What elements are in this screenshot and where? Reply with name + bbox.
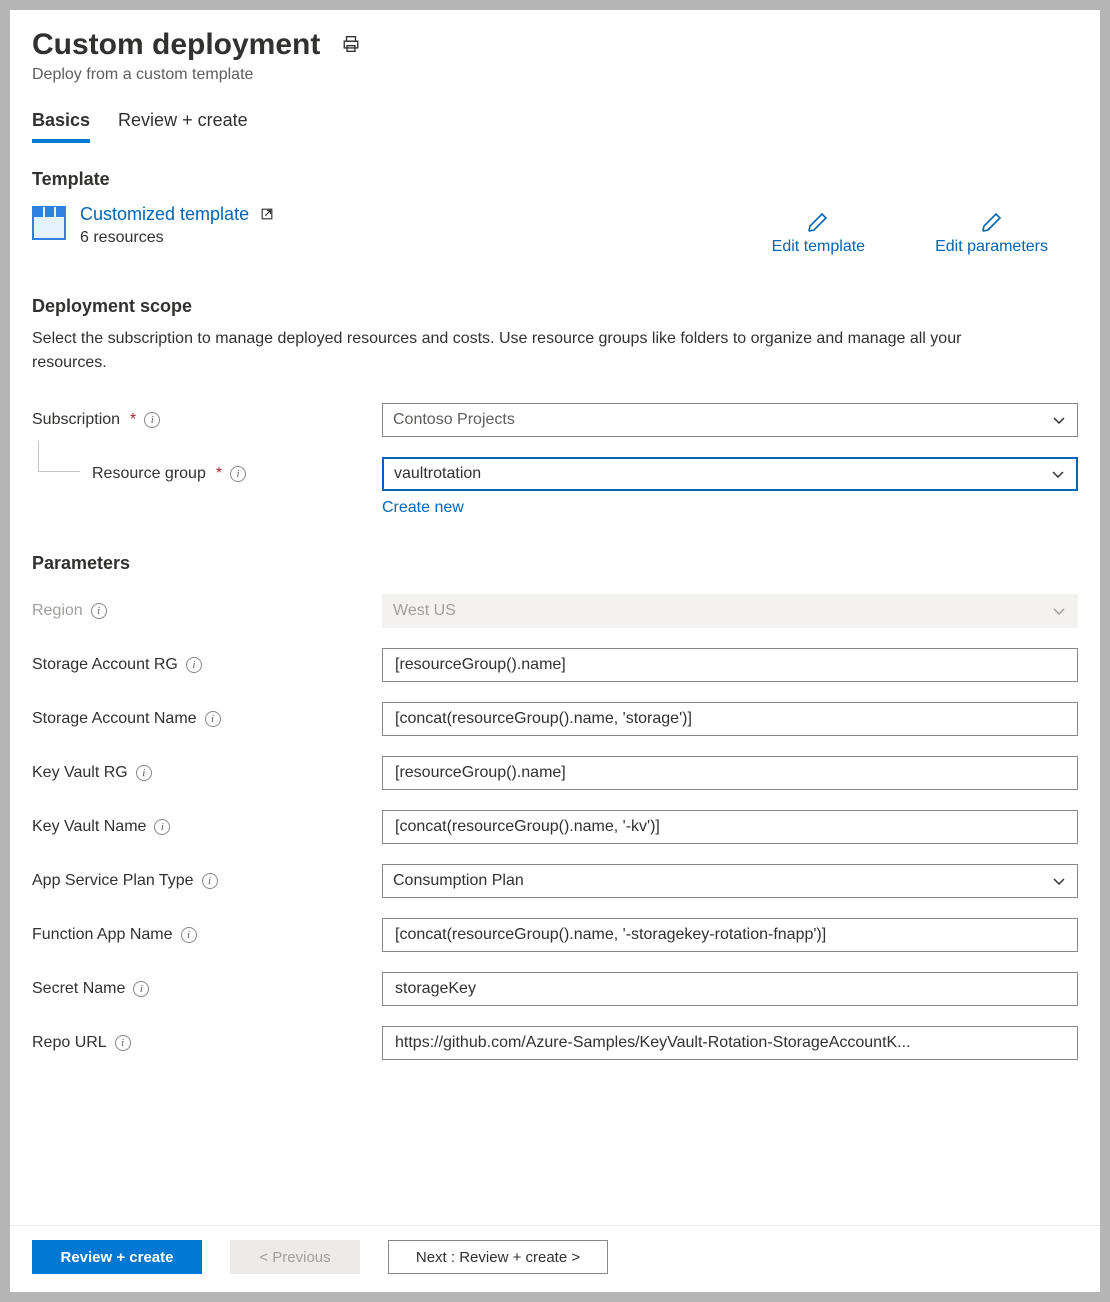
customized-template-link[interactable]: Customized template <box>80 204 274 224</box>
chevron-down-icon <box>1050 466 1066 482</box>
pencil-icon <box>806 210 830 234</box>
info-icon[interactable]: i <box>133 981 149 997</box>
resource-group-label: Resource group <box>92 465 206 483</box>
page-title: Custom deployment <box>32 28 320 62</box>
key-vault-name-input[interactable] <box>382 810 1078 844</box>
app-service-plan-type-select[interactable]: Consumption Plan <box>382 864 1078 898</box>
region-select: West US <box>382 594 1078 628</box>
function-app-name-input[interactable] <box>382 918 1078 952</box>
key-vault-rg-label: Key Vault RG <box>32 764 128 782</box>
review-create-button[interactable]: Review + create <box>32 1240 202 1274</box>
create-new-rg-link[interactable]: Create new <box>382 499 464 516</box>
subscription-label: Subscription <box>32 411 120 429</box>
resource-group-value: vaultrotation <box>394 465 481 483</box>
secret-name-label: Secret Name <box>32 980 125 998</box>
repo-url-label: Repo URL <box>32 1034 107 1052</box>
info-icon[interactable]: i <box>205 711 221 727</box>
info-icon[interactable]: i <box>186 657 202 673</box>
info-icon[interactable]: i <box>91 603 107 619</box>
secret-name-field[interactable] <box>393 973 1067 1005</box>
function-app-name-label: Function App Name <box>32 926 173 944</box>
storage-account-rg-field[interactable] <box>393 649 1067 681</box>
chevron-down-icon <box>1051 603 1067 619</box>
repo-url-input[interactable] <box>382 1026 1078 1060</box>
key-vault-name-label: Key Vault Name <box>32 818 146 836</box>
template-resource-count: 6 resources <box>80 229 274 247</box>
app-service-plan-type-label: App Service Plan Type <box>32 872 194 890</box>
subscription-select[interactable]: Contoso Projects <box>382 403 1078 437</box>
edit-template-button[interactable]: Edit template <box>772 210 865 256</box>
subscription-value: Contoso Projects <box>393 411 515 429</box>
deployment-page: Custom deployment Deploy from a custom t… <box>10 10 1100 1292</box>
key-vault-rg-input[interactable] <box>382 756 1078 790</box>
chevron-down-icon <box>1051 873 1067 889</box>
info-icon[interactable]: i <box>115 1035 131 1051</box>
page-subtitle: Deploy from a custom template <box>32 66 1078 84</box>
info-icon[interactable]: i <box>181 927 197 943</box>
tabs: Basics Review + create <box>32 110 1078 143</box>
popout-icon <box>260 207 274 221</box>
region-value: West US <box>393 602 456 620</box>
section-parameters-heading: Parameters <box>32 553 1078 574</box>
tab-review-create[interactable]: Review + create <box>118 110 248 143</box>
info-icon[interactable]: i <box>202 873 218 889</box>
footer: Review + create < Previous Next : Review… <box>10 1225 1100 1292</box>
required-icon: * <box>130 411 136 429</box>
print-icon[interactable] <box>342 35 360 56</box>
tab-basics[interactable]: Basics <box>32 110 90 143</box>
template-icon <box>32 206 66 240</box>
info-icon[interactable]: i <box>136 765 152 781</box>
storage-account-name-label: Storage Account Name <box>32 710 197 728</box>
storage-account-rg-label: Storage Account RG <box>32 656 178 674</box>
edit-template-label: Edit template <box>772 238 865 256</box>
previous-button: < Previous <box>230 1240 360 1274</box>
section-template-heading: Template <box>32 169 1078 190</box>
pencil-icon <box>980 210 1004 234</box>
info-icon[interactable]: i <box>154 819 170 835</box>
edit-parameters-button[interactable]: Edit parameters <box>935 210 1048 256</box>
edit-parameters-label: Edit parameters <box>935 238 1048 256</box>
info-icon[interactable]: i <box>230 466 246 482</box>
key-vault-rg-field[interactable] <box>393 757 1067 789</box>
region-label: Region <box>32 602 83 620</box>
info-icon[interactable]: i <box>144 412 160 428</box>
scope-description: Select the subscription to manage deploy… <box>32 327 992 375</box>
section-scope-heading: Deployment scope <box>32 296 1078 317</box>
customized-template-label: Customized template <box>80 204 249 224</box>
secret-name-input[interactable] <box>382 972 1078 1006</box>
resource-group-select[interactable]: vaultrotation <box>382 457 1078 491</box>
repo-url-field[interactable] <box>393 1027 1067 1059</box>
storage-account-name-input[interactable] <box>382 702 1078 736</box>
chevron-down-icon <box>1051 412 1067 428</box>
storage-account-name-field[interactable] <box>393 703 1067 735</box>
storage-account-rg-input[interactable] <box>382 648 1078 682</box>
app-service-plan-type-value: Consumption Plan <box>393 872 524 890</box>
key-vault-name-field[interactable] <box>393 811 1067 843</box>
required-icon: * <box>216 465 222 483</box>
function-app-name-field[interactable] <box>393 919 1067 951</box>
next-button[interactable]: Next : Review + create > <box>388 1240 608 1274</box>
